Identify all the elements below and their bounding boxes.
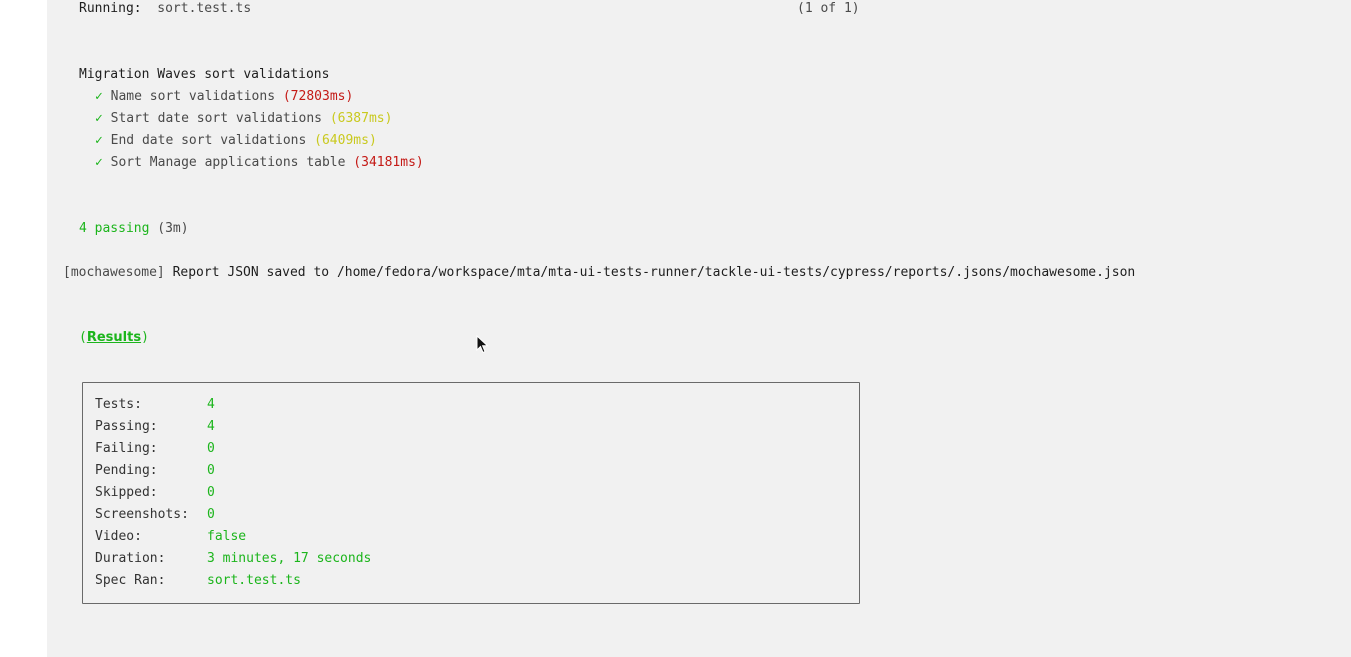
test-name: Sort Manage applications table — [110, 155, 346, 170]
results-value: 3 minutes, 17 seconds — [207, 551, 372, 566]
test-duration: (34181ms) — [353, 155, 424, 170]
results-value: 4 — [207, 419, 215, 434]
test-item: ✓ Sort Manage applications table (34181m… — [95, 154, 424, 172]
results-row: Failing: 0 — [95, 440, 215, 458]
results-open-paren: ( — [79, 330, 87, 345]
results-label: Tests: — [95, 397, 142, 412]
check-icon: ✓ — [95, 89, 103, 104]
results-label: Duration: — [95, 551, 166, 566]
test-name: Name sort validations — [110, 89, 276, 104]
results-value: 0 — [207, 485, 215, 500]
results-value: 0 — [207, 463, 215, 478]
test-item: ✓ Start date sort validations (6387ms) — [95, 110, 392, 128]
test-duration: (6409ms) — [314, 133, 377, 148]
results-heading: (Results) — [79, 329, 149, 347]
report-prefix: [mochawesome] — [63, 265, 165, 280]
results-label: Video: — [95, 529, 142, 544]
results-value: 0 — [207, 507, 215, 522]
running-line: Running: sort.test.ts — [79, 0, 251, 18]
report-line: [mochawesome] Report JSON saved to /home… — [63, 264, 1135, 282]
mouse-cursor-icon — [476, 335, 489, 354]
passing-count: 4 passing — [79, 221, 150, 236]
results-label: Pending: — [95, 463, 158, 478]
results-close-paren: ) — [141, 330, 149, 345]
results-row: Tests: 4 — [95, 396, 215, 414]
test-name: End date sort validations — [110, 133, 307, 148]
results-value: sort.test.ts — [207, 573, 301, 588]
results-row: Video: false — [95, 528, 246, 546]
passing-summary: 4 passing (3m) — [79, 220, 189, 238]
results-label: Screenshots: — [95, 507, 189, 522]
test-duration: (6387ms) — [329, 111, 393, 126]
results-row: Duration: 3 minutes, 17 seconds — [95, 550, 371, 568]
results-value: 0 — [207, 441, 215, 456]
results-box: Tests: 4 Passing: 4 Failing: 0 Pending: 0 Sk… — [82, 382, 860, 604]
results-row: Screenshots: 0 — [95, 506, 215, 524]
results-row: Spec Ran: sort.test.ts — [95, 572, 301, 590]
test-item: ✓ End date sort validations (6409ms) — [95, 132, 377, 150]
results-value: 4 — [207, 397, 215, 412]
check-icon: ✓ — [95, 133, 103, 148]
results-row: Skipped: 0 — [95, 484, 215, 502]
results-label: Passing: — [95, 419, 158, 434]
test-item: ✓ Name sort validations (72803ms) — [95, 88, 353, 106]
test-name: Start date sort validations — [110, 111, 322, 126]
passing-time: (3m) — [157, 221, 189, 236]
test-duration: (72803ms) — [282, 89, 354, 104]
results-value: false — [207, 529, 247, 544]
results-label: Skipped: — [95, 485, 158, 500]
report-message: Report JSON saved to /home/fedora/worksp… — [172, 265, 1136, 280]
results-row: Pending: 0 — [95, 462, 215, 480]
results-label: Failing: — [95, 441, 158, 456]
results-label: Spec Ran: — [95, 573, 166, 588]
running-spec-file: sort.test.ts — [157, 1, 252, 16]
spec-count: (1 of 1) — [797, 1, 860, 16]
running-label: Running: — [79, 1, 142, 16]
results-row: Passing: 4 — [95, 418, 215, 436]
terminal-output[interactable]: Running: sort.test.ts (1 of 1) Migration… — [47, 0, 1351, 657]
suite-title: Migration Waves sort validations — [79, 67, 330, 82]
results-link[interactable]: Results — [87, 330, 141, 345]
check-icon: ✓ — [95, 111, 103, 126]
check-icon: ✓ — [95, 155, 103, 170]
